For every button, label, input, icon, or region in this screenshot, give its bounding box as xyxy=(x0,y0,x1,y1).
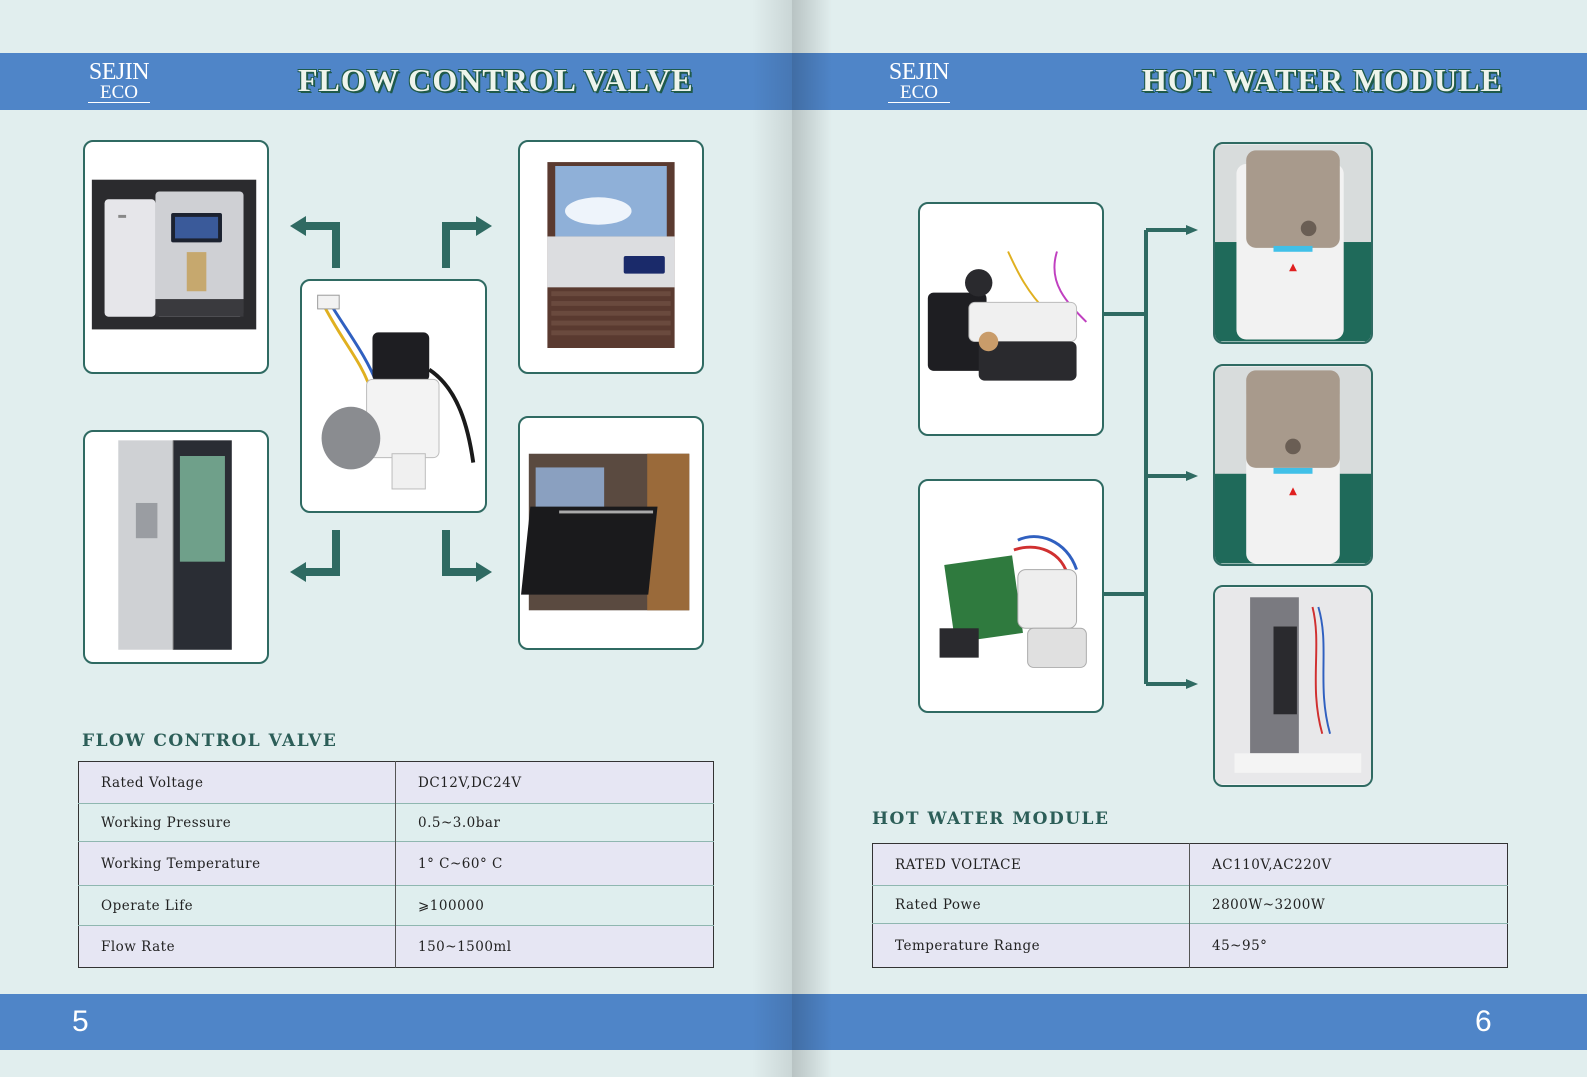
page-number: 6 xyxy=(1475,1005,1492,1038)
spec-table: Rated Voltage DC12V,DC24V Working Pressu… xyxy=(78,761,714,968)
table-row: Rated Powe 2800W~3200W xyxy=(872,885,1508,924)
table-row: Flow Rate 150~1500ml xyxy=(78,925,714,968)
brand-logo: SEJIN ECO xyxy=(88,59,150,103)
arrow-to-ice-maker-icon xyxy=(440,216,492,268)
arrow-to-dishwasher-icon xyxy=(440,530,492,582)
brand-logo: SEJIN ECO xyxy=(888,59,950,103)
ice-maker-image xyxy=(518,140,704,374)
section-title: HOT WATER MODULE xyxy=(872,809,1110,829)
page-number: 5 xyxy=(72,1005,89,1038)
left-page: SEJIN ECO FLOW CONTROL VALVE FLOW CONTRO… xyxy=(0,0,792,1077)
spec-table: RATED VOLTACE AC110V,AC220V Rated Powe 2… xyxy=(872,843,1508,968)
table-row: Temperature Range 45~95° xyxy=(872,923,1508,968)
table-row: Operate Life ⩾100000 xyxy=(78,885,714,926)
footer-band xyxy=(0,994,792,1050)
hot-water-module-image xyxy=(918,202,1104,436)
branch-connector-icon xyxy=(1102,225,1198,689)
arrow-to-coffee-icon xyxy=(290,216,342,268)
section-title: FLOW CONTROL VALVE xyxy=(82,731,338,751)
water-dispenser-image-2 xyxy=(1213,364,1373,566)
dishwasher-image xyxy=(518,416,704,650)
flow-control-valve-image xyxy=(300,279,487,513)
refrigerator-image xyxy=(83,430,269,664)
brochure-spread: SEJIN ECO FLOW CONTROL VALVE FLOW CONTRO… xyxy=(0,0,1587,1077)
footer-band xyxy=(792,994,1587,1050)
table-row: Rated Voltage DC12V,DC24V xyxy=(78,761,714,804)
table-row: RATED VOLTACE AC110V,AC220V xyxy=(872,843,1508,886)
dispenser-interior-image xyxy=(1213,585,1373,787)
right-page: SEJIN ECO HOT WATER MODULE HOT WATER MOD… xyxy=(792,0,1587,1077)
table-row: Working Pressure 0.5~3.0bar xyxy=(78,803,714,842)
page-title: HOT WATER MODULE xyxy=(1142,62,1503,98)
arrow-to-refrigerator-icon xyxy=(290,530,342,582)
table-row: Working Temperature 1° C~60° C xyxy=(78,841,714,886)
page-title: FLOW CONTROL VALVE xyxy=(298,62,694,98)
coffee-machine-image xyxy=(83,140,269,374)
module-pcb-image xyxy=(918,479,1104,713)
water-dispenser-image-1 xyxy=(1213,142,1373,344)
